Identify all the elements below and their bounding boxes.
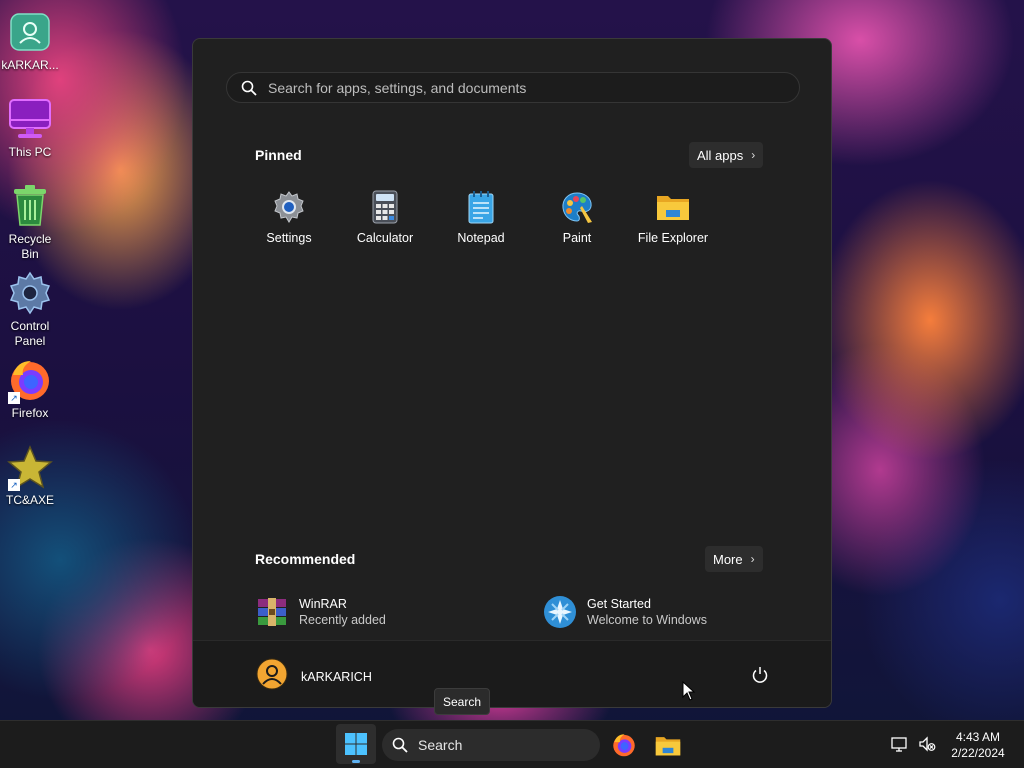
firefox-icon [613, 734, 635, 757]
desktop-icon-this-pc[interactable]: This PC [2, 95, 58, 160]
chevron-right-icon: › [751, 148, 756, 162]
desktop-icon-label: This PC [8, 145, 52, 159]
calculator-icon [367, 189, 403, 225]
settings-gear-icon [271, 189, 307, 225]
get-started-icon [543, 595, 577, 629]
recommended-heading: Recommended [255, 551, 356, 567]
winrar-icon [255, 595, 289, 629]
shortcut-arrow-icon: ↗ [8, 392, 20, 404]
all-apps-button[interactable]: All apps › [689, 142, 764, 168]
shortcut-arrow-icon: ↗ [8, 479, 20, 491]
more-button[interactable]: More › [705, 546, 763, 572]
pinned-app-label: Paint [562, 231, 592, 245]
paint-palette-icon [559, 189, 595, 225]
recommended-item-subtitle: Welcome to Windows [587, 613, 707, 627]
notepad-icon [463, 189, 499, 225]
desktop-icon-label: kARKAR... [1, 58, 59, 72]
user-folder-icon [6, 8, 54, 56]
volume-muted-icon[interactable] [918, 735, 936, 753]
clock-time: 4:43 AM [955, 730, 1001, 744]
pinned-app-label: File Explorer [637, 231, 709, 245]
gear-icon [6, 269, 54, 317]
user-account-button[interactable]: kARKARICH [256, 658, 372, 695]
taskbar: Search 4:43 AM 2/22/2024 [0, 720, 1024, 768]
avatar [256, 658, 288, 695]
taskbar-search-box[interactable]: Search [382, 729, 600, 761]
folder-icon [655, 736, 681, 755]
recommended-item-name: Get Started [587, 597, 651, 611]
user-name: kARKARICH [301, 669, 372, 684]
clock-date: 2/22/2024 [951, 746, 1005, 760]
pinned-app-file-explorer[interactable]: File Explorer [625, 189, 721, 245]
desktop-icon-tc-axe[interactable]: ↗ TC&AXE [2, 443, 58, 508]
pinned-app-label: Calculator [356, 231, 414, 245]
pinned-heading: Pinned [255, 147, 302, 163]
desktop-icon-label: Control Panel [10, 319, 50, 348]
network-icon[interactable] [890, 735, 908, 753]
start-button[interactable] [336, 724, 376, 764]
recommended-item-subtitle: Recently added [299, 613, 386, 627]
pinned-app-settings[interactable]: Settings [241, 189, 337, 245]
desktop-icon-control-panel[interactable]: Control Panel [2, 269, 58, 349]
power-icon[interactable] [750, 665, 770, 685]
pinned-app-paint[interactable]: Paint [529, 189, 625, 245]
start-search-box[interactable] [226, 72, 800, 103]
search-icon [392, 737, 408, 753]
firefox-icon: ↗ [6, 356, 54, 404]
recommended-item-name: WinRAR [299, 597, 347, 611]
desktop-icon-label: TC&AXE [5, 493, 54, 507]
folder-icon [655, 189, 691, 225]
recycle-bin-icon [6, 182, 54, 230]
desktop-icon-user-folder[interactable]: kARKAR... [1, 8, 59, 73]
taskbar-app-file-explorer[interactable] [648, 725, 688, 765]
desktop-icon-firefox[interactable]: ↗ Firefox [2, 356, 58, 421]
system-tray [890, 735, 936, 753]
pinned-app-label: Settings [266, 231, 312, 245]
desktop-icon-label: Recycle Bin [8, 232, 52, 261]
all-apps-label: All apps [697, 147, 744, 163]
desktop-icon-label: Firefox [11, 406, 49, 420]
search-icon [241, 80, 257, 96]
start-menu: Pinned All apps › Settings Calculator No… [192, 38, 832, 708]
recommended-item-winrar[interactable]: WinRAR Recently added [255, 595, 386, 629]
monitor-icon [6, 95, 54, 143]
pinned-app-label: Notepad [457, 231, 505, 245]
taskbar-app-firefox[interactable] [604, 725, 644, 765]
pinned-app-calculator[interactable]: Calculator [337, 189, 433, 245]
recommended-item-get-started[interactable]: Get Started Welcome to Windows [543, 595, 707, 629]
search-tooltip: Search [434, 688, 491, 715]
mouse-cursor-icon [682, 681, 696, 701]
start-search-input[interactable] [268, 79, 768, 96]
pinned-app-notepad[interactable]: Notepad [433, 189, 529, 245]
star-icon: ↗ [6, 443, 54, 491]
more-label: More [713, 551, 743, 567]
desktop-icon-recycle-bin[interactable]: Recycle Bin [2, 182, 58, 262]
pinned-apps-grid: Settings Calculator Notepad Paint File E… [241, 189, 721, 245]
start-menu-footer: kARKARICH [193, 640, 831, 707]
taskbar-clock[interactable]: 4:43 AM 2/22/2024 [944, 729, 1012, 761]
chevron-right-icon: › [750, 552, 755, 566]
taskbar-search-label: Search [418, 737, 463, 753]
windows-logo-icon [345, 733, 367, 755]
